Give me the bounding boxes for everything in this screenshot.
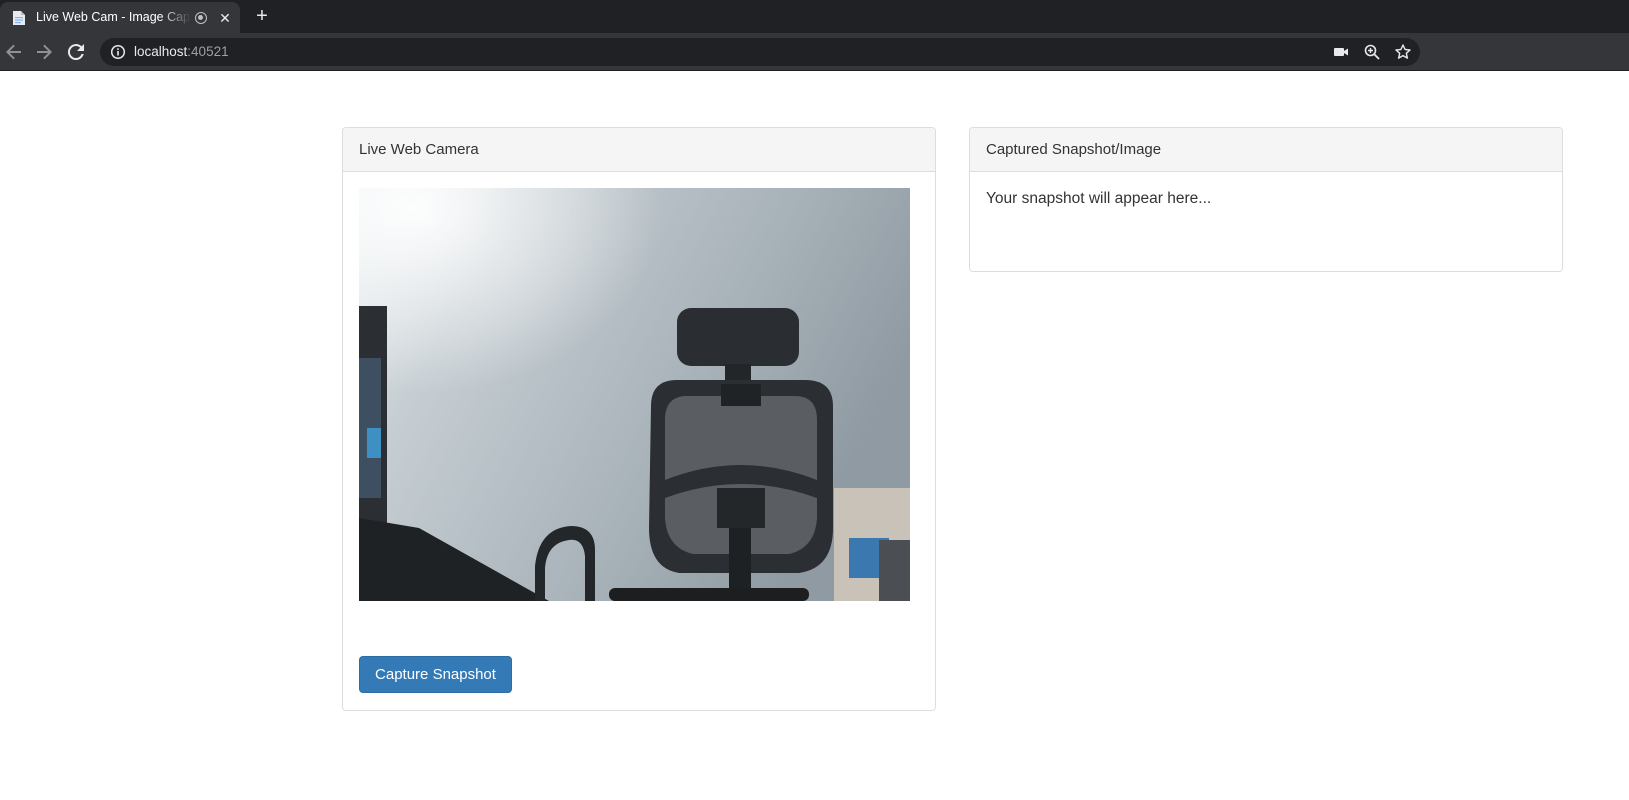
- tab-title: Live Web Cam - Image Capture: [36, 10, 191, 24]
- browser-tabstrip: Live Web Cam - Image Capture ✕ +: [0, 0, 1629, 33]
- recording-indicator-icon: [195, 12, 207, 24]
- page-content: Live Web Camera Capture Snapshot Capture…: [0, 72, 1629, 800]
- address-bar[interactable]: localhost:40521: [100, 38, 1420, 66]
- bookmark-star-icon[interactable]: [1394, 43, 1412, 61]
- live-camera-heading: Live Web Camera: [343, 128, 935, 172]
- url-text[interactable]: localhost:40521: [134, 44, 229, 60]
- url-host: localhost: [134, 44, 188, 59]
- reload-icon[interactable]: [64, 40, 88, 64]
- new-tab-icon[interactable]: +: [251, 6, 273, 28]
- url-port: :40521: [187, 44, 229, 59]
- site-info-icon[interactable]: [110, 44, 126, 60]
- captured-snapshot-panel: Captured Snapshot/Image Your snapshot wi…: [969, 127, 1563, 272]
- browser-toolbar: localhost:40521: [0, 33, 1629, 71]
- capture-snapshot-button[interactable]: Capture Snapshot: [359, 656, 512, 693]
- camera-in-use-icon[interactable]: [1332, 43, 1350, 61]
- browser-tab[interactable]: Live Web Cam - Image Capture ✕: [0, 2, 240, 33]
- close-tab-icon[interactable]: ✕: [216, 9, 234, 27]
- page-icon: [12, 10, 26, 26]
- back-arrow-icon[interactable]: [2, 40, 26, 64]
- captured-snapshot-heading: Captured Snapshot/Image: [970, 128, 1562, 172]
- webcam-video-feed: [359, 188, 910, 601]
- live-camera-panel: Live Web Camera Capture Snapshot: [342, 127, 936, 711]
- captured-snapshot-body: Your snapshot will appear here...: [970, 172, 1562, 226]
- live-camera-body: [343, 172, 935, 617]
- zoom-icon[interactable]: [1363, 43, 1381, 61]
- snapshot-placeholder-text: Your snapshot will appear here...: [986, 190, 1212, 207]
- forward-arrow-icon[interactable]: [32, 40, 56, 64]
